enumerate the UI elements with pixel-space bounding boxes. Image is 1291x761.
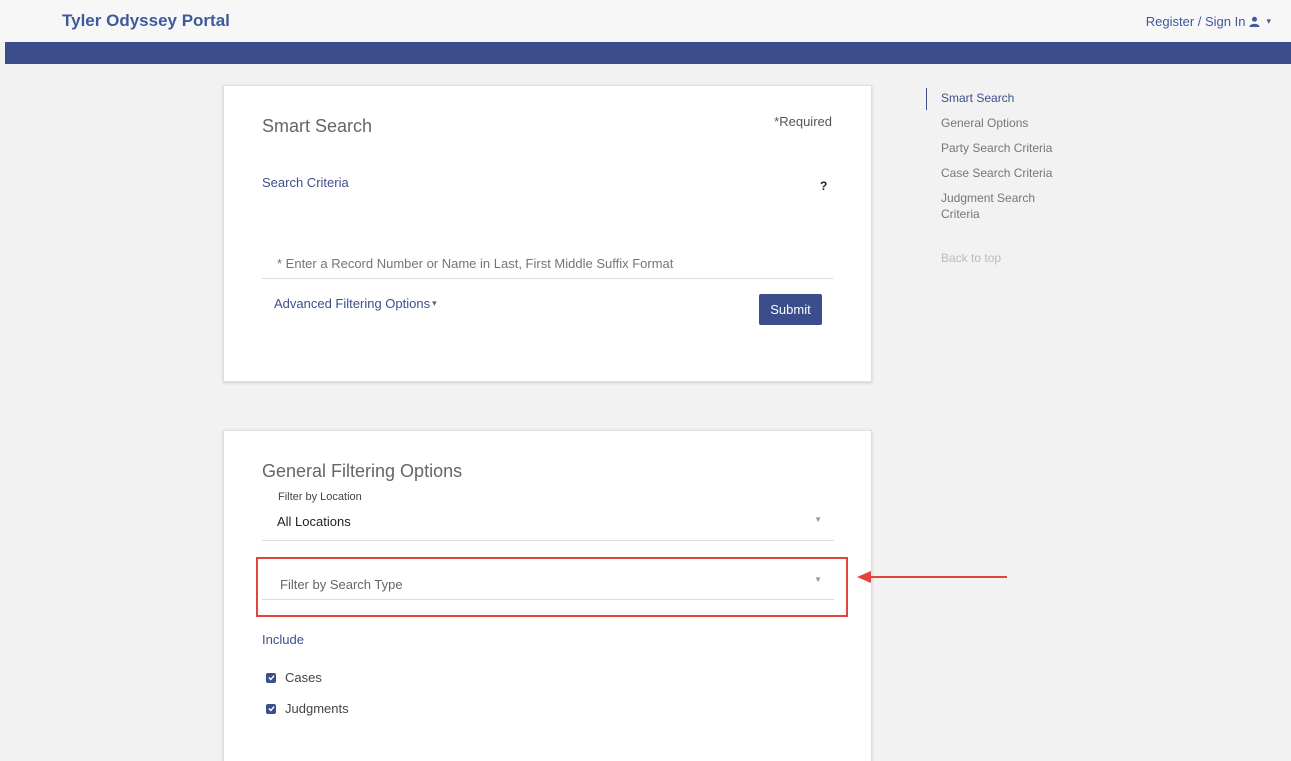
general-filtering-title: General Filtering Options (262, 461, 463, 481)
search-input[interactable] (262, 249, 833, 279)
include-label: Include (262, 632, 304, 647)
brand-logo-text[interactable]: Tyler Odyssey Portal (62, 11, 230, 31)
smart-search-card: Smart Search *Required Search Criteria ?… (223, 85, 872, 382)
location-value: All Locations (277, 514, 351, 529)
annotation-arrow-icon (857, 571, 1007, 583)
checkbox-checked-icon[interactable] (266, 703, 276, 714)
nav-bar (5, 42, 1291, 64)
side-nav-case-search[interactable]: Case Search Criteria (941, 165, 1071, 181)
cases-label: Cases (285, 670, 322, 685)
top-header: Tyler Odyssey Portal Register / Sign In … (0, 0, 1291, 42)
advanced-filtering-label: Advanced Filtering Options (274, 296, 431, 311)
submit-button[interactable]: Submit (759, 294, 822, 325)
chevron-down-icon: ▾ (1266, 16, 1271, 26)
location-select[interactable]: All Locations ▼ (262, 507, 834, 541)
signin-label: Register / Sign In (1145, 14, 1246, 29)
side-nav-judgment-search[interactable]: Judgment Search Criteria (941, 190, 1071, 222)
judgments-label: Judgments (285, 701, 349, 716)
dropdown-arrow-icon: ▼ (814, 515, 822, 524)
search-criteria-label: Search Criteria (262, 175, 349, 190)
annotation-highlight-box (256, 557, 848, 617)
help-icon[interactable]: ? (820, 179, 827, 193)
active-indicator (926, 88, 927, 110)
smart-search-title: Smart Search (262, 116, 373, 136)
location-label: Filter by Location (278, 491, 362, 503)
advanced-filtering-toggle[interactable]: Advanced Filtering Options ▾ (274, 296, 437, 311)
side-nav-smart-search[interactable]: Smart Search (941, 90, 1071, 106)
register-signin-menu[interactable]: Register / Sign In ▾ (1146, 14, 1271, 29)
side-nav-party-search[interactable]: Party Search Criteria (941, 140, 1071, 156)
required-note: *Required (774, 114, 832, 129)
chevron-down-icon: ▾ (432, 298, 437, 308)
back-to-top-link[interactable]: Back to top (941, 250, 1071, 266)
checkbox-checked-icon[interactable] (266, 672, 276, 683)
side-nav-general-options[interactable]: General Options (941, 115, 1071, 131)
user-icon (1249, 16, 1261, 27)
cases-checkbox-row[interactable]: Cases (266, 670, 322, 685)
judgments-checkbox-row[interactable]: Judgments (266, 701, 349, 716)
